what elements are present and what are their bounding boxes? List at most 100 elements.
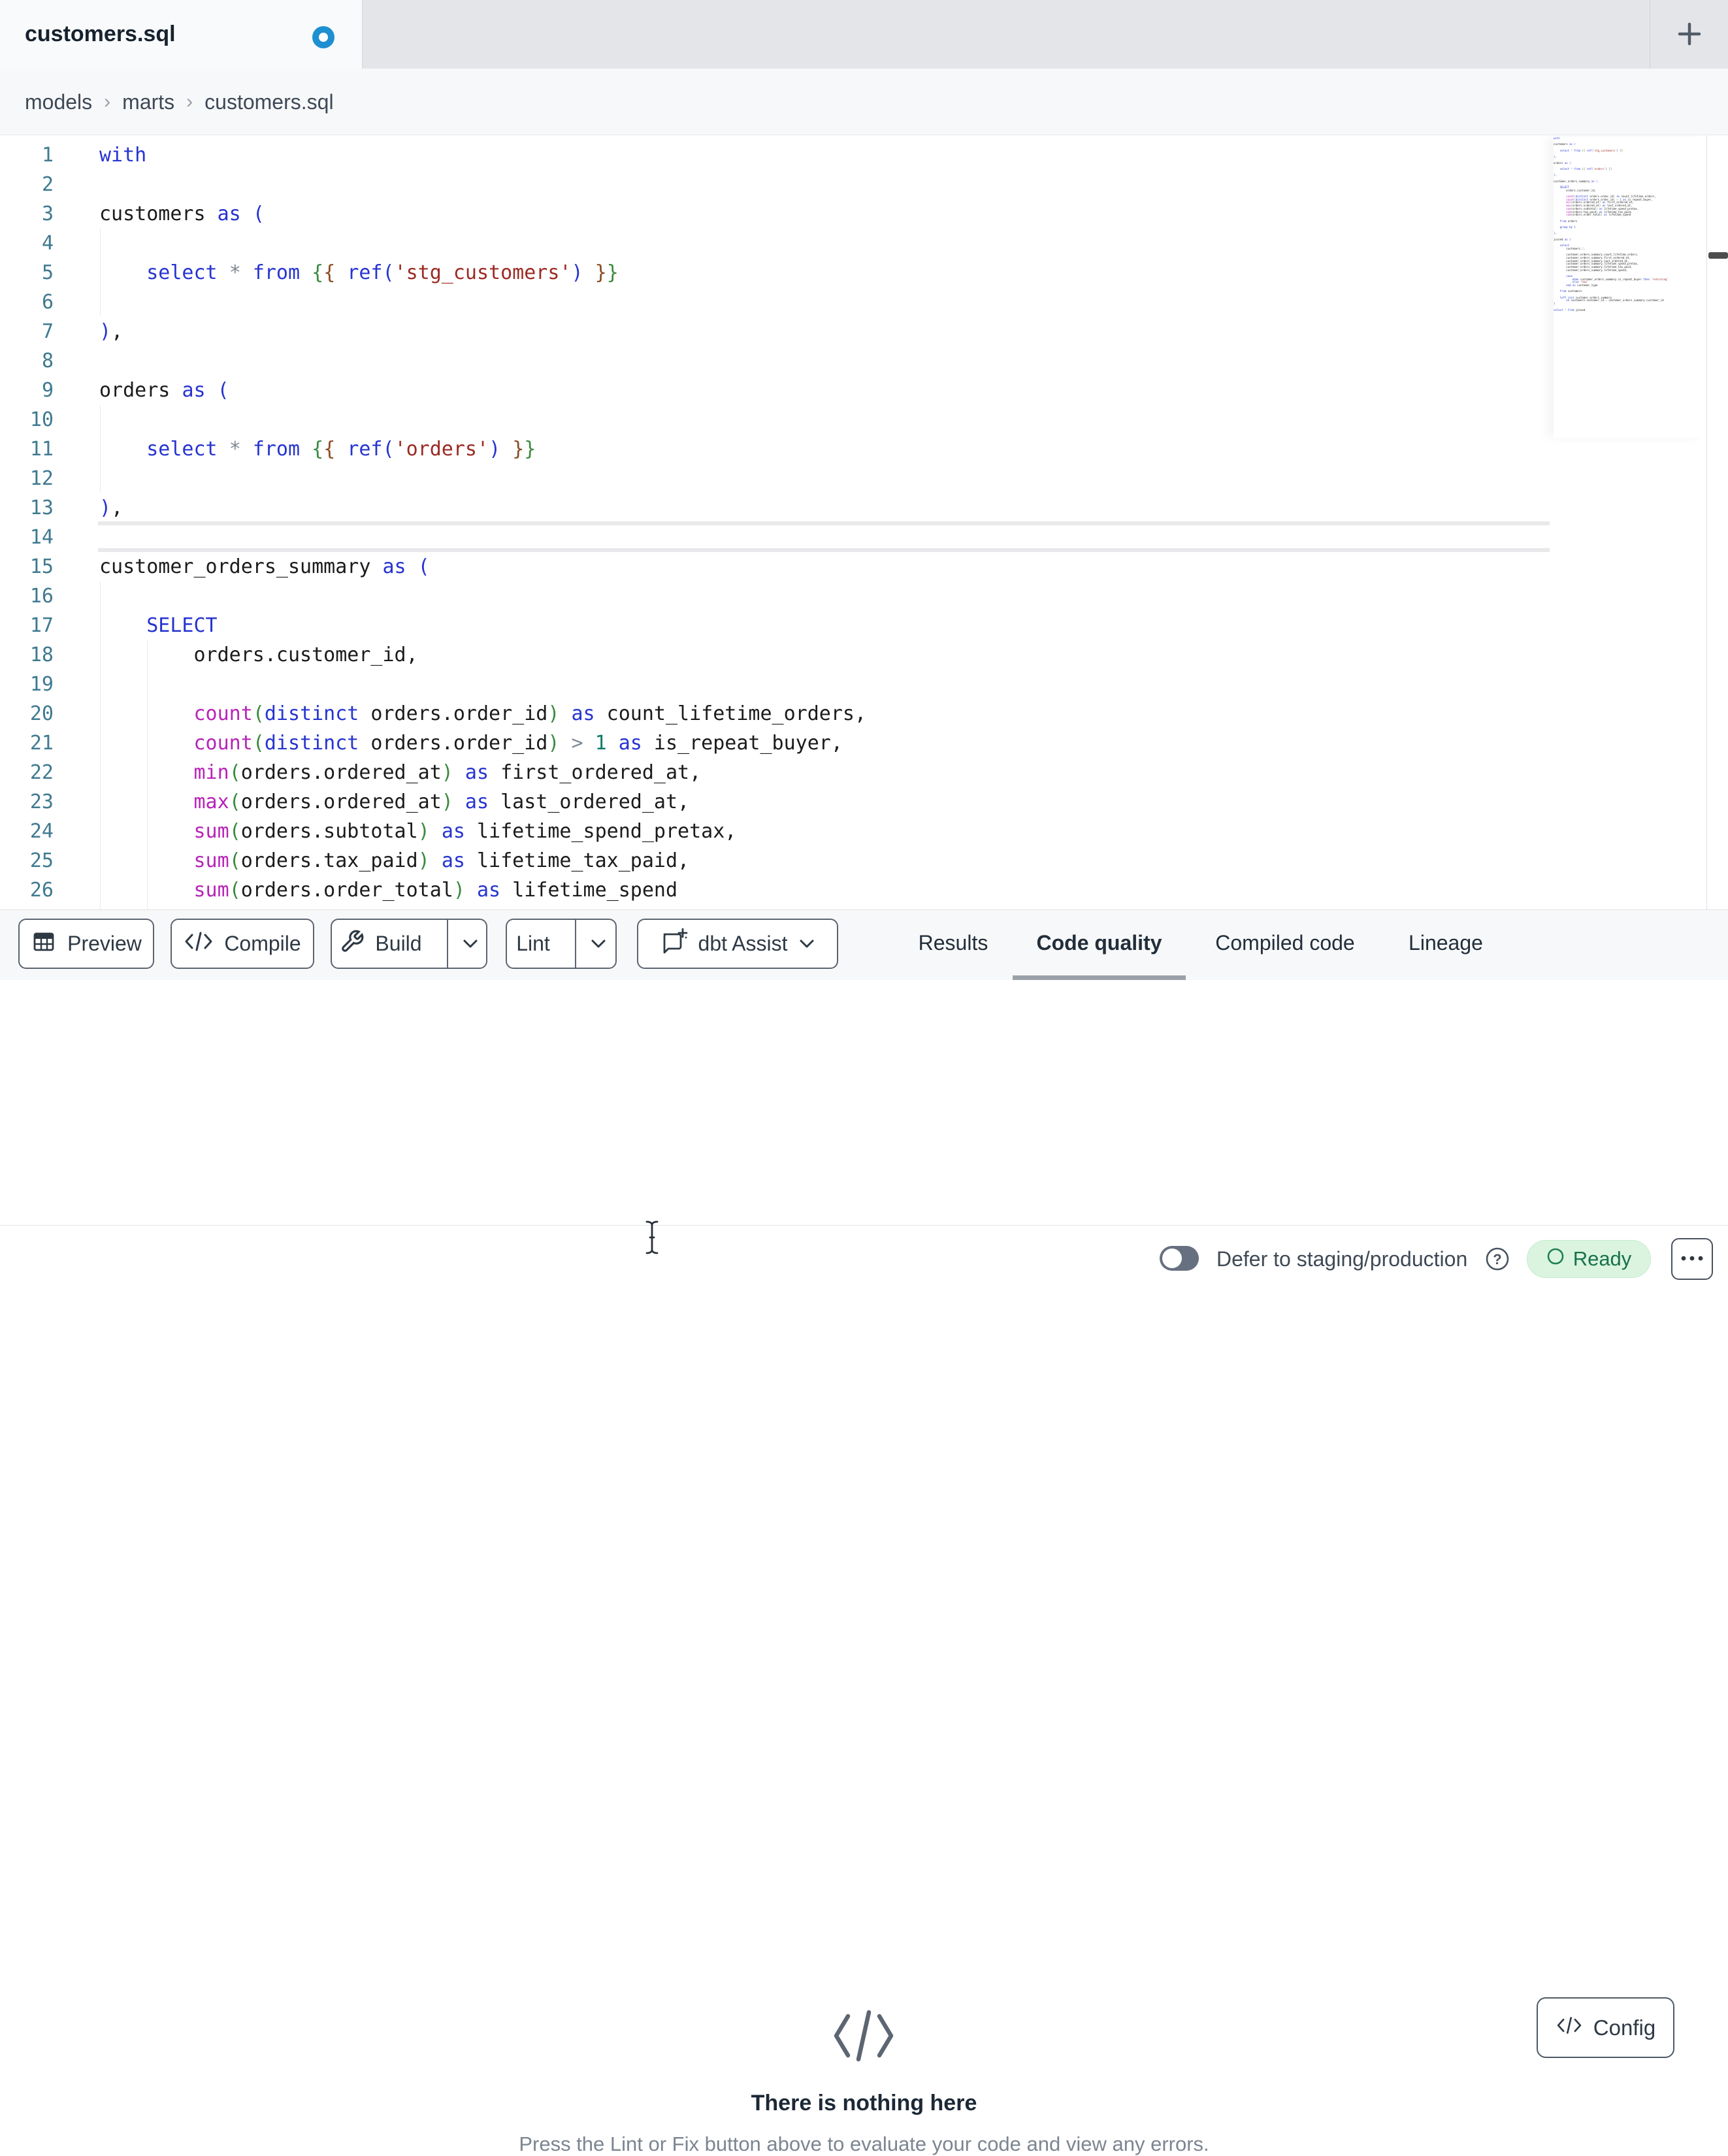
code-editor[interactable]: 1 2 3 4 5 6 7 8 9 10 11 12 13 14 15 16 17 18 19 20 21 22 23 24 2… xyxy=(0,135,1728,909)
code-icon xyxy=(1556,2015,1583,2041)
compile-button-label: Compile xyxy=(224,932,301,955)
new-tab-button[interactable] xyxy=(1670,18,1709,52)
code-line[interactable] xyxy=(99,523,961,552)
tab-title: customers.sql xyxy=(25,22,176,46)
code-line[interactable]: sum(orders.tax_paid) as lifetime_tax_pai… xyxy=(99,846,961,875)
line-number: 25 xyxy=(29,849,54,872)
code-content[interactable]: with customers as ( select * from {{ ref(… xyxy=(99,140,961,909)
empty-state-title: There is nothing here xyxy=(751,2091,977,2115)
code-line[interactable]: count(distinct orders.order_id) > 1 as i… xyxy=(99,728,961,758)
code-line[interactable]: max(orders.ordered_at) as last_ordered_a… xyxy=(99,787,961,817)
line-number: 15 xyxy=(29,555,54,578)
tab-results[interactable]: Results xyxy=(917,910,990,975)
minimap[interactable]: with customers as ( select * from {{ ref(… xyxy=(1554,137,1705,438)
ellipsis-icon xyxy=(1680,1254,1704,1264)
code-quality-panel: There is nothing here Press the Lint or … xyxy=(0,980,1728,2155)
line-number: 7 xyxy=(41,320,54,343)
build-dropdown-button[interactable] xyxy=(446,920,493,968)
scrollbar-track xyxy=(1706,135,1707,909)
line-number: 6 xyxy=(41,291,54,314)
code-line[interactable]: sum(orders.subtotal) as lifetime_spend_p… xyxy=(99,817,961,846)
chevron-down-icon xyxy=(589,932,608,956)
toggle-knob xyxy=(1162,1249,1182,1268)
line-number: 26 xyxy=(29,879,54,902)
lint-button[interactable]: Lint xyxy=(502,920,564,968)
code-line[interactable] xyxy=(99,287,961,317)
lint-button-label: Lint xyxy=(516,932,550,955)
config-button[interactable]: Config xyxy=(1537,1997,1674,2058)
more-options-button[interactable] xyxy=(1671,1238,1713,1280)
code-line[interactable] xyxy=(99,405,961,434)
preview-button-label: Preview xyxy=(67,932,142,955)
line-number: 9 xyxy=(41,379,54,402)
defer-label: Defer to staging/production xyxy=(1216,1247,1468,1271)
chevron-down-icon xyxy=(461,932,480,956)
breadcrumb-separator: › xyxy=(186,91,193,112)
line-number: 16 xyxy=(29,585,54,608)
breadcrumb-marts[interactable]: marts xyxy=(122,90,174,114)
build-button-label: Build xyxy=(375,932,422,955)
line-number: 18 xyxy=(29,644,54,666)
unsaved-changes-dot xyxy=(312,26,334,48)
build-split-button: Build xyxy=(331,919,487,969)
code-line[interactable]: orders as ( xyxy=(99,376,961,405)
code-line[interactable]: select * from {{ ref('orders') }} xyxy=(99,434,961,464)
line-number: 10 xyxy=(29,408,54,431)
code-line[interactable]: select * from joined xyxy=(1554,308,1705,312)
code-line[interactable]: ), xyxy=(99,317,961,346)
preview-button[interactable]: Preview xyxy=(18,919,154,969)
dbt-assist-button[interactable]: dbt Assist xyxy=(637,919,838,969)
line-number: 3 xyxy=(41,203,54,225)
ready-ring-icon xyxy=(1546,1247,1565,1271)
code-line[interactable] xyxy=(99,905,961,909)
code-line[interactable]: with xyxy=(99,140,961,170)
code-line[interactable] xyxy=(99,229,961,258)
code-line[interactable]: customers as ( xyxy=(99,199,961,229)
code-line[interactable]: select * from {{ ref('stg_customers') }} xyxy=(99,258,961,287)
code-line[interactable]: sum(orders.order_total) as lifetime_spen… xyxy=(99,875,961,905)
question-circle-icon[interactable]: ? xyxy=(1484,1246,1510,1275)
tab-code-quality[interactable]: Code quality xyxy=(1035,910,1163,975)
code-line[interactable]: customer_orders_summary as ( xyxy=(99,552,961,581)
code-line[interactable] xyxy=(99,464,961,493)
tab-bar: customers.sql xyxy=(0,0,1728,69)
dbt-assist-button-label: dbt Assist xyxy=(698,932,788,955)
table-icon xyxy=(31,928,57,960)
file-header-row: models › marts › customers.sql Save xyxy=(0,69,1728,203)
code-line[interactable] xyxy=(99,170,961,199)
build-button[interactable]: Build xyxy=(325,920,436,968)
chevron-down-icon xyxy=(798,932,816,956)
tab-compiled-code[interactable]: Compiled code xyxy=(1213,910,1358,975)
code-line[interactable]: ), xyxy=(99,493,961,523)
code-line[interactable] xyxy=(99,346,961,376)
code-line[interactable]: min(orders.ordered_at) as first_ordered_… xyxy=(99,758,961,787)
line-number: 5 xyxy=(41,261,54,284)
plus-icon xyxy=(1674,19,1704,51)
line-number: 24 xyxy=(29,820,54,843)
code-line[interactable]: orders.customer_id, xyxy=(99,640,961,670)
line-number: 19 xyxy=(29,673,54,696)
tab-lineage[interactable]: Lineage xyxy=(1407,910,1485,975)
line-number: 23 xyxy=(29,791,54,813)
svg-text:?: ? xyxy=(1493,1251,1501,1267)
lint-dropdown-button[interactable] xyxy=(574,920,621,968)
editor-toolbar: Preview Compile Build Lint dbt Assist Re… xyxy=(0,909,1728,981)
line-number: 14 xyxy=(29,526,54,549)
defer-toggle[interactable] xyxy=(1160,1246,1199,1271)
wrench-icon xyxy=(340,929,365,959)
code-line[interactable] xyxy=(99,670,961,699)
scrollbar-thumb[interactable] xyxy=(1708,252,1728,259)
config-button-label: Config xyxy=(1593,2015,1656,2040)
code-line[interactable]: count(distinct orders.order_id) as count… xyxy=(99,699,961,728)
breadcrumb-models[interactable]: models xyxy=(25,90,92,114)
code-icon xyxy=(831,2004,896,2070)
compile-button[interactable]: Compile xyxy=(171,919,314,969)
tab-customers-sql[interactable]: customers.sql xyxy=(0,0,363,69)
code-line[interactable] xyxy=(99,581,961,611)
line-number: 13 xyxy=(29,497,54,519)
ready-badge-label: Ready xyxy=(1573,1247,1632,1270)
code-line[interactable]: SELECT xyxy=(99,611,961,640)
line-number: 21 xyxy=(29,732,54,755)
breadcrumb-file[interactable]: customers.sql xyxy=(204,90,333,114)
line-number: 20 xyxy=(29,702,54,725)
